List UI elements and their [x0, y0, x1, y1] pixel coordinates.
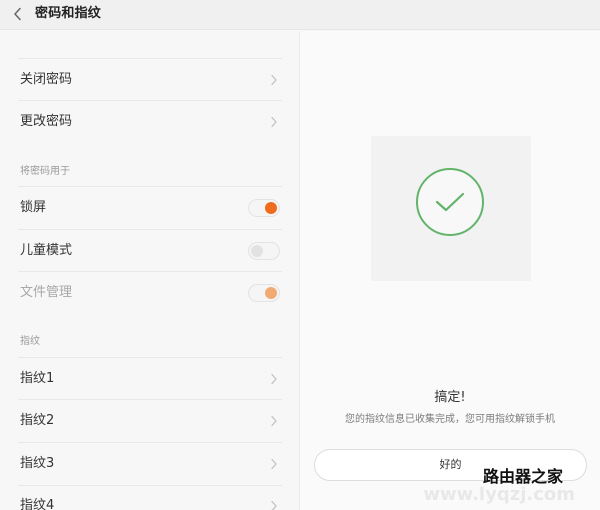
fingerprint-row[interactable]: 指纹2 — [18, 399, 282, 441]
ok-button[interactable]: 好的 — [314, 449, 587, 481]
close-password-label: 关闭密码 — [20, 71, 73, 87]
settings-pane: 关闭密码 更改密码 将密码用于 锁屏 儿童模式 文件管理 指纹 指纹1 指纹2 … — [0, 31, 300, 510]
page-title: 密码和指纹 — [35, 6, 102, 21]
chevron-right-icon — [268, 458, 280, 470]
done-title: 搞定! — [434, 390, 466, 405]
lockscreen-row: 锁屏 — [18, 186, 282, 228]
fingerprint-row[interactable]: 指纹4 — [18, 485, 282, 510]
kids-mode-row: 儿童模式 — [18, 229, 282, 271]
kids-mode-label: 儿童模式 — [20, 242, 73, 258]
chevron-left-icon — [14, 7, 21, 21]
toggle-knob — [265, 286, 277, 299]
chevron-right-icon — [268, 415, 280, 427]
file-manager-row: 文件管理 — [18, 271, 282, 313]
check-circle-icon — [416, 168, 484, 236]
chevron-right-icon — [268, 500, 280, 510]
top-bar: 密码和指纹 — [0, 0, 600, 30]
fingerprint-label: 指纹3 — [20, 455, 55, 471]
fingerprint-label: 指纹4 — [20, 498, 55, 510]
password-fingerprint-screen: 密码和指纹 关闭密码 更改密码 将密码用于 锁屏 儿童模式 文件管理 指纹 指纹… — [0, 0, 600, 510]
toggle-knob — [265, 201, 277, 214]
chevron-right-icon — [268, 373, 280, 385]
ok-button-label: 好的 — [439, 458, 462, 471]
chevron-right-icon — [268, 74, 280, 86]
success-card — [371, 136, 531, 281]
lockscreen-toggle[interactable] — [248, 198, 280, 217]
file-manager-toggle[interactable] — [248, 283, 280, 302]
lockscreen-label: 锁屏 — [20, 199, 47, 215]
close-password-row[interactable]: 关闭密码 — [18, 58, 282, 100]
back-button[interactable] — [10, 6, 26, 22]
chevron-right-icon — [268, 116, 280, 128]
fingerprint-section-label: 指纹 — [20, 336, 40, 347]
kids-mode-toggle[interactable] — [248, 241, 280, 260]
fingerprint-label: 指纹1 — [20, 370, 55, 386]
fingerprint-row[interactable]: 指纹3 — [18, 442, 282, 484]
toggle-knob — [251, 244, 263, 257]
change-password-row[interactable]: 更改密码 — [18, 100, 282, 142]
change-password-label: 更改密码 — [20, 113, 73, 129]
done-subtitle: 您的指纹信息已收集完成，您可用指纹解锁手机 — [345, 414, 555, 425]
file-manager-label: 文件管理 — [20, 284, 73, 300]
fingerprint-row[interactable]: 指纹1 — [18, 357, 282, 399]
fingerprint-label: 指纹2 — [20, 412, 55, 428]
success-pane: 搞定! 您的指纹信息已收集完成，您可用指纹解锁手机 好的 — [300, 31, 600, 510]
use-password-section-label: 将密码用于 — [20, 166, 70, 177]
